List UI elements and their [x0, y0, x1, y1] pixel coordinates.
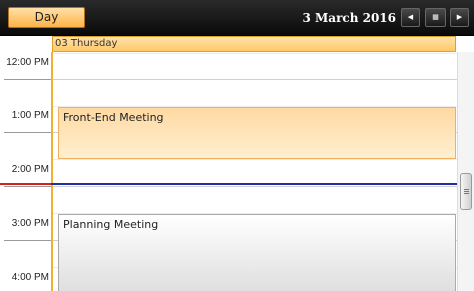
day-column[interactable]: Front-End Meeting Planning Meeting: [51, 52, 457, 291]
header-corner: [0, 36, 51, 52]
time-ruler: 12:00 PM 1:00 PM 2:00 PM 3:00 PM 4:00 PM: [0, 52, 51, 291]
next-day-button[interactable]: ▶: [450, 8, 469, 27]
grip-line: [464, 191, 469, 192]
day-view-button[interactable]: Day: [8, 7, 85, 28]
current-time-marker: [0, 183, 51, 185]
scrollbar-thumb[interactable]: [460, 173, 472, 210]
appointment-planning-meeting[interactable]: Planning Meeting: [58, 214, 456, 291]
time-ruler-line: [4, 79, 51, 80]
hour-label-4pm: 4:00 PM: [11, 272, 49, 283]
chevron-right-icon: ▶: [456, 13, 463, 21]
appointment-title: Planning Meeting: [63, 218, 159, 231]
calendar-picker-button[interactable]: ▦: [425, 8, 446, 27]
previous-day-button[interactable]: ◀: [401, 8, 420, 27]
current-date-title: 3 March 2016: [302, 11, 396, 25]
calendar-icon: ▦: [432, 13, 439, 21]
appointment-front-end-meeting[interactable]: Front-End Meeting: [58, 107, 456, 159]
appointment-title: Front-End Meeting: [63, 111, 164, 124]
hour-label-1pm: 1:00 PM: [11, 110, 49, 121]
vertical-scrollbar[interactable]: [457, 52, 474, 291]
hour-grid-line: [53, 79, 457, 80]
time-ruler-line: [4, 240, 51, 241]
hour-label-3pm: 3:00 PM: [11, 218, 49, 229]
day-header-thursday[interactable]: 03 Thursday: [52, 36, 456, 52]
half-hour-grid-line: [53, 53, 457, 54]
chevron-left-icon: ◀: [407, 13, 414, 21]
grip-line: [464, 189, 469, 190]
half-hour-grid-line: [53, 159, 457, 160]
scheduler-toolbar: Day 3 March 2016 ◀ ▦ ▶: [0, 0, 474, 36]
hour-label-12pm: 12:00 PM: [6, 57, 49, 68]
hour-grid-line: [53, 186, 457, 187]
grip-line: [464, 193, 469, 194]
time-ruler-line: [4, 132, 51, 133]
hour-label-2pm: 2:00 PM: [11, 164, 49, 175]
current-time-line: [51, 183, 457, 185]
time-ruler-line: [4, 186, 51, 187]
